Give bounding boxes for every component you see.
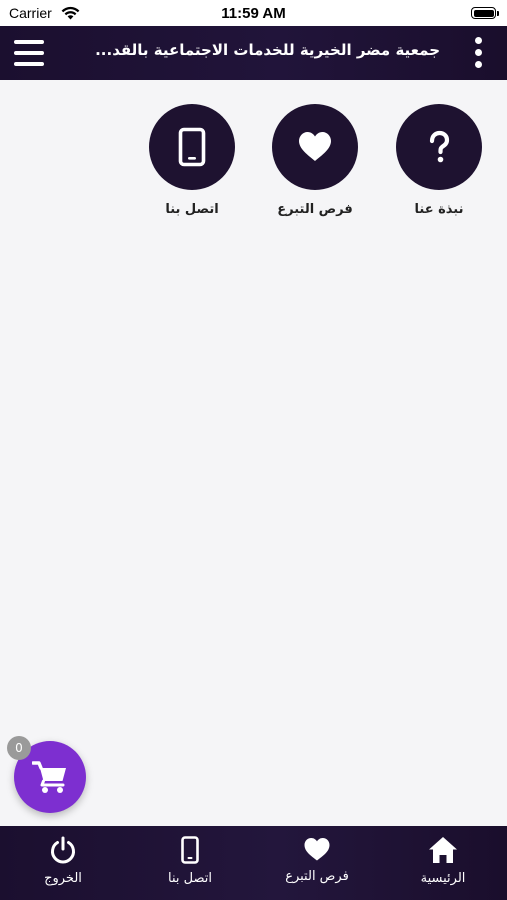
shortcut-circle (396, 104, 482, 190)
question-icon (429, 130, 450, 163)
battery-icon (471, 7, 496, 19)
heart-icon (299, 132, 331, 161)
shortcut-label: فرص التبرع (277, 202, 353, 217)
tab-home[interactable]: الرئيسية (388, 836, 498, 886)
shortcut-donation-opportunities[interactable]: فرص التبرع (250, 104, 380, 217)
tab-donation-opportunities[interactable]: فرص التبرع (262, 836, 372, 884)
home-icon (429, 837, 457, 863)
phone-icon (178, 127, 206, 167)
more-options-icon[interactable] (472, 37, 486, 69)
shortcut-circle (149, 104, 235, 190)
status-bar: Carrier 11:59 AM (0, 0, 507, 26)
battery-cap (497, 11, 499, 16)
tab-label: الرئيسية (420, 871, 466, 886)
tab-label: اتصل بنا (168, 871, 212, 886)
header-title: جمعية مضر الخيرية للخدمات الاجتماعية بال… (95, 41, 440, 59)
tab-logout[interactable]: الخروج (8, 836, 118, 886)
heart-icon (304, 838, 330, 861)
power-icon (51, 836, 75, 864)
menu-icon[interactable] (14, 39, 44, 67)
tab-label: فرص التبرع (285, 869, 349, 884)
cart-count-badge: 0 (7, 736, 31, 760)
tab-label: الخروج (44, 871, 82, 886)
shortcut-label: اتصل بنا (165, 202, 219, 217)
shortcut-contact-us[interactable]: اتصل بنا (127, 104, 257, 217)
shortcut-label: نبذة عنا (414, 202, 464, 217)
tab-contact-us[interactable]: اتصل بنا (135, 836, 245, 886)
shortcut-about-us[interactable]: نبذة عنا (374, 104, 504, 217)
cart-icon (32, 761, 66, 793)
clock: 11:59 AM (221, 5, 286, 22)
app-header: جمعية مضر الخيرية للخدمات الاجتماعية بال… (0, 26, 507, 80)
shortcut-circle (272, 104, 358, 190)
bottom-tab-bar: الرئيسية فرص التبرع اتصل بنا الخروج (0, 826, 507, 900)
phone-icon (181, 836, 199, 864)
